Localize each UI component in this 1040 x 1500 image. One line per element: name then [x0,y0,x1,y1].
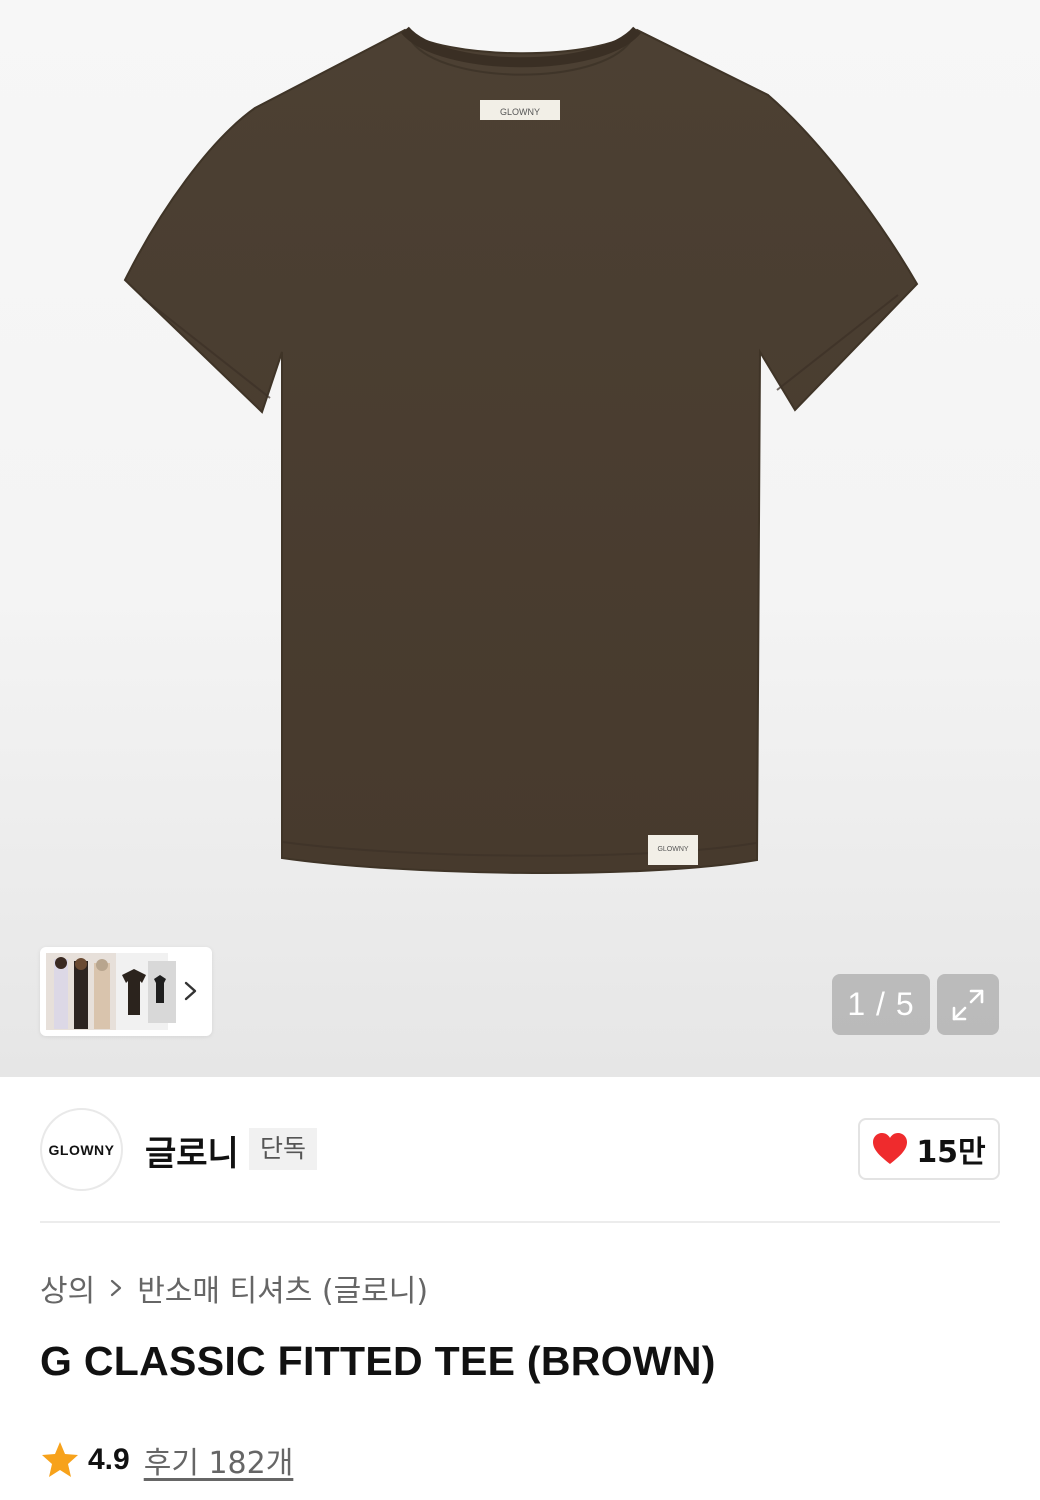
svg-text:GLOWNY: GLOWNY [500,107,540,117]
expand-icon [952,989,984,1020]
thumbnail-strip[interactable] [40,947,212,1036]
chevron-right-icon[interactable] [180,977,202,1005]
product-title: G CLASSIC FITTED TEE (BROWN) [40,1338,716,1384]
exclusive-badge: 단독 [249,1128,318,1170]
reviews-link[interactable]: 후기 182개 [144,1438,294,1482]
divider [40,1221,1000,1223]
like-count: 15만 [916,1135,986,1170]
breadcrumb-category[interactable]: 상의 [40,1266,95,1310]
thumbnail-images[interactable] [46,953,186,1030]
breadcrumb: 상의 반소매 티셔츠 (글로니) [40,1266,428,1310]
like-button[interactable]: 15만 [858,1118,1000,1180]
breadcrumb-subcategory[interactable]: 반소매 티셔츠 (글로니) [137,1266,428,1310]
rating-value: 4.9 [88,1443,130,1476]
product-gallery[interactable]: GLOWNY GLOWNY 1 / 5 [0,0,1040,1077]
heart-icon [873,1133,908,1164]
brand-row: GLOWNY 글로니 단독 15만 [40,1108,1000,1192]
svg-text:GLOWNY: GLOWNY [657,846,688,853]
brand-logo[interactable]: GLOWNY [40,1108,123,1191]
product-image[interactable]: GLOWNY GLOWNY [0,0,1040,940]
image-page-indicator: 1 / 5 [832,974,930,1035]
fullscreen-button[interactable] [937,974,999,1035]
star-icon [42,1442,78,1477]
chevron-right-icon [105,1273,127,1303]
rating-row: 4.9 후기 182개 [40,1436,293,1484]
brand-name[interactable]: 글로니 [145,1126,239,1175]
tshirt-body [123,28,919,874]
